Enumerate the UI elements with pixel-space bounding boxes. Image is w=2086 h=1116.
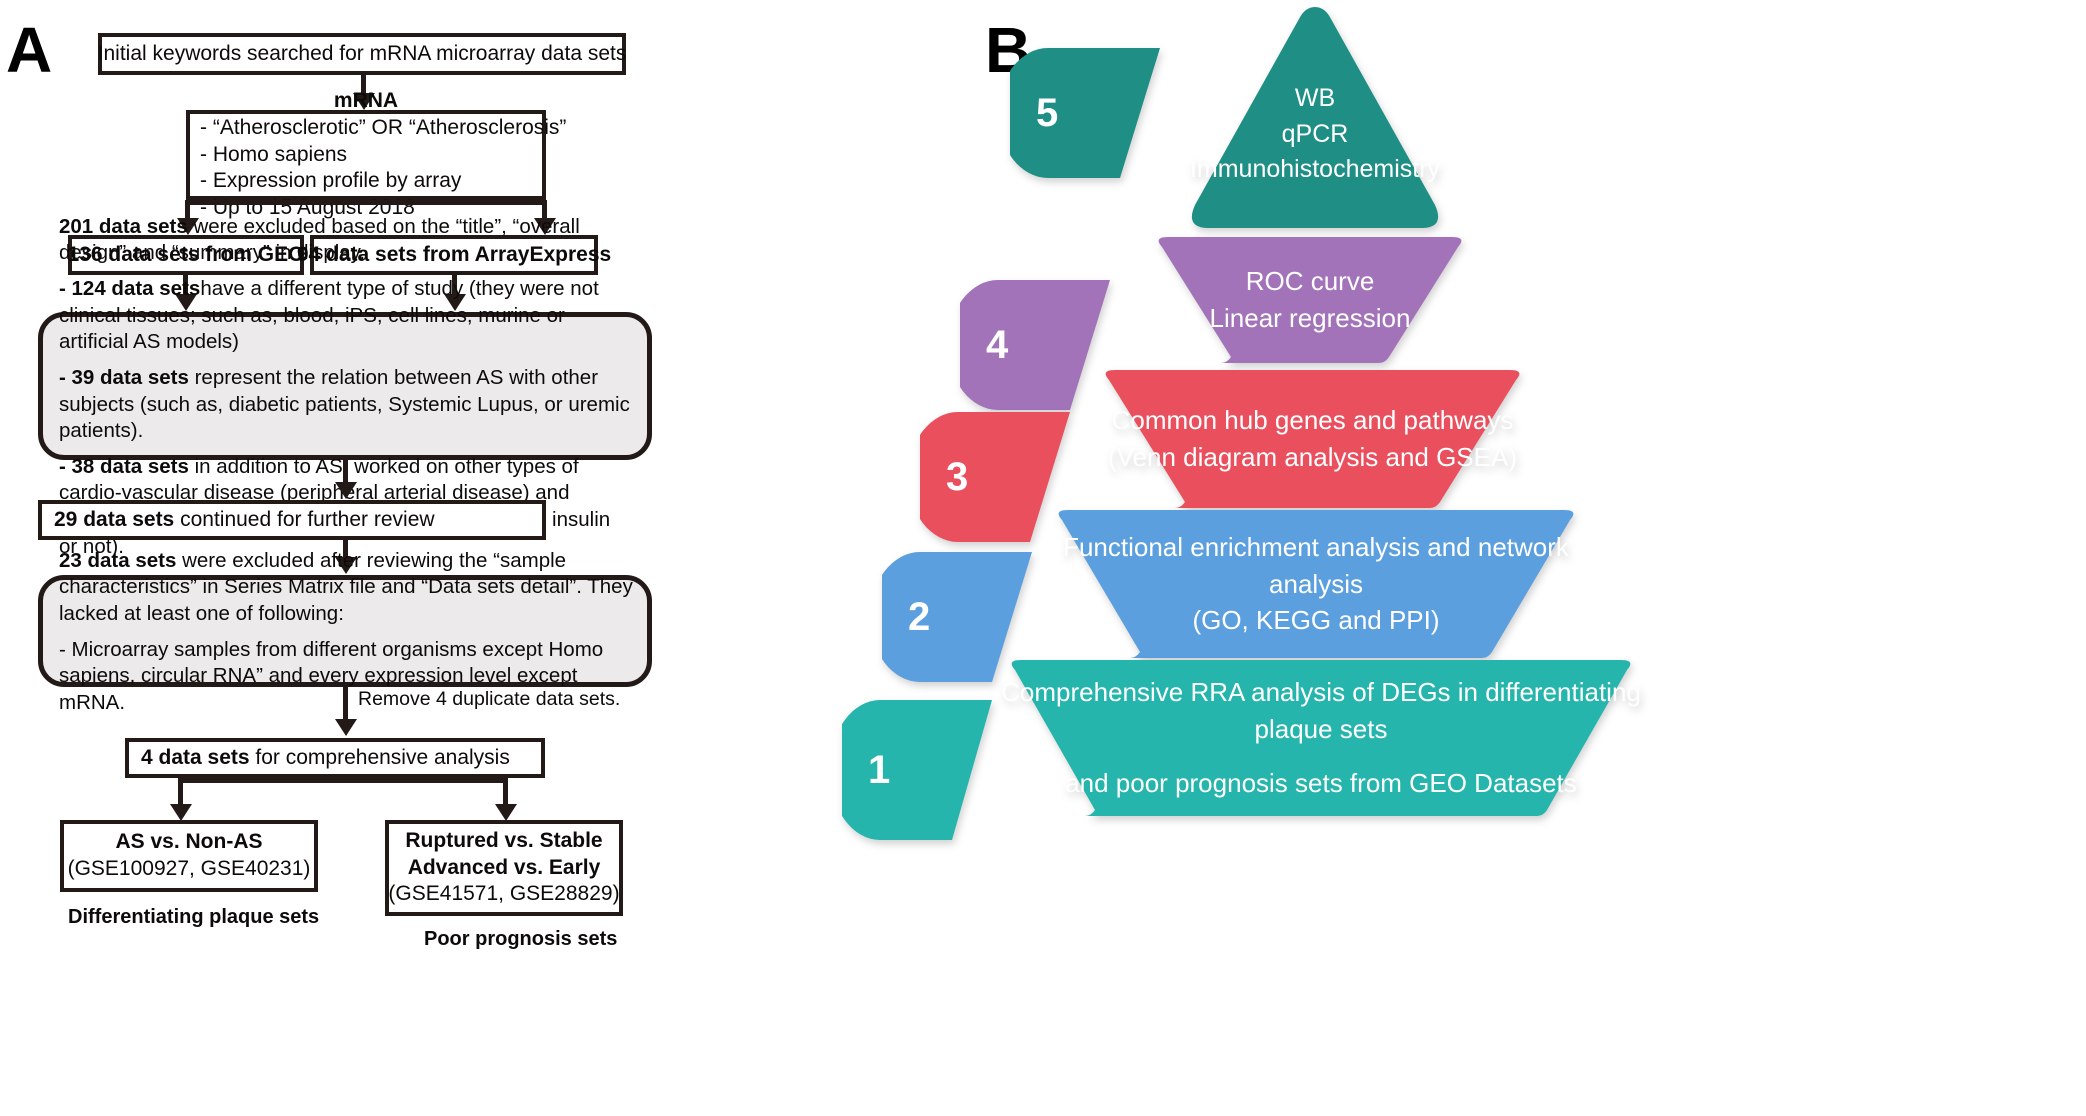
connector-final-bus [178, 778, 508, 783]
tier-4-line-1: ROC curve [1245, 266, 1375, 297]
tier-1-line-2: and poor prognosis sets from GEO Dataset… [1065, 768, 1577, 799]
exclusion-124-count: - 124 data sets [59, 276, 201, 300]
tier-1-line-1: Comprehensive RRA analysis of DEGs in di… [1001, 676, 1641, 744]
panel-b-pyramid: B 5 WB qPCR Immunohistochemistry 4 ROC c… [842, 0, 2086, 1116]
mrna-criteria-line-1: - “Atherosclerotic” OR “Atherosclerosis” [200, 115, 567, 139]
mrna-criteria-line-2: - Homo sapiens [200, 142, 348, 166]
pyramid-tier-5-text: WB qPCR Immunohistochemistry [1166, 81, 1464, 188]
final-count: 4 data sets [141, 745, 250, 769]
figure-root: A Initial keywords searched for mRNA mic… [0, 0, 2086, 1116]
pyramid-badge-3-number: 3 [946, 454, 969, 499]
initial-keywords-text: Initial keywords searched for mRNA micro… [97, 41, 627, 65]
tier-4-line-2: Linear regression [1209, 303, 1411, 333]
continued-text: continued for further review [174, 507, 435, 531]
panel-a-flowchart: A Initial keywords searched for mRNA mic… [0, 0, 960, 1116]
outcome-right-line-1: Ruptured vs. Stable [405, 828, 603, 852]
arrowhead-outcome-right [495, 804, 517, 821]
exclusion-23-count: 23 data sets [59, 548, 177, 572]
exclusion-39-paragraph: - 39 data sets represent the relation be… [59, 365, 633, 445]
pyramid-tier-2-text: Functional enrichment analysis and netwo… [1010, 529, 1622, 640]
pyramid-tier-2[interactable]: Functional enrichment analysis and netwo… [1010, 508, 1622, 660]
pyramid-badge-2-number: 2 [908, 594, 931, 639]
exclusion-201-count: 201 data sets [59, 214, 188, 238]
arrowhead-continued [335, 482, 357, 499]
flow-box-outcome-right: Ruptured vs. Stable Advanced vs. Early (… [385, 820, 623, 916]
arrowhead-final [335, 719, 357, 736]
flow-box-29-continued: 29 data sets continued for further revie… [38, 500, 546, 540]
exclusion-box-23: 23 data sets were excluded after reviewi… [38, 549, 652, 714]
exclusion-38-count: - 38 data sets [59, 454, 189, 478]
tier-3-line-2: (Venn diagram analysis and GSEA) [1108, 442, 1517, 472]
exclusion-23-paragraph: 23 data sets were excluded after reviewi… [59, 548, 633, 628]
outcome-left-line-1: AS vs. Non-AS [115, 830, 263, 854]
panel-a-label: A [6, 14, 52, 86]
outcome-right-line-3: (GSE41571, GSE28829) [388, 882, 620, 906]
pyramid-badge-1-number: 1 [868, 747, 891, 792]
flow-box-outcome-left: AS vs. Non-AS (GSE100927, GSE40231) [60, 820, 318, 892]
tier-5-line-1: WB [1294, 84, 1336, 113]
final-line: 4 data sets for comprehensive analysis [141, 745, 541, 772]
flow-box-4-final: 4 data sets for comprehensive analysis [125, 738, 545, 778]
tier-2-line-2: (GO, KEGG and PPI) [1192, 605, 1440, 636]
continued-line: 29 data sets continued for further revie… [54, 507, 542, 534]
arrowhead-outcome-left [170, 804, 192, 821]
mrna-heading: mRNA [333, 88, 399, 112]
exclusion-box-201: 201 data sets were excluded based on the… [38, 215, 652, 558]
caption-differentiating-plaque-sets: Differentiating plaque sets [68, 906, 320, 928]
exclusion-124-paragraph: - 124 data setshave a different type of … [59, 276, 633, 356]
outcome-left-line-2: (GSE100927, GSE40231) [67, 857, 311, 880]
pyramid-tier-5[interactable]: WB qPCR Immunohistochemistry [1135, 5, 1495, 230]
continued-count: 29 data sets [54, 507, 175, 531]
mrna-criteria-line-3: - Expression profile by array [200, 169, 462, 193]
flow-box-initial-keywords: Initial keywords searched for mRNA micro… [98, 33, 626, 75]
remove-duplicates-note: Remove 4 duplicate data sets. [358, 688, 621, 710]
pyramid-tier-4-text: ROC curve Linear regression [1186, 263, 1435, 337]
caption-poor-prognosis-sets: Poor prognosis sets [424, 928, 618, 950]
pyramid-tier-1-text: Comprehensive RRA analysis of DEGs in di… [965, 674, 1677, 803]
tier-2-line-1: Functional enrichment analysis and netwo… [1063, 531, 1569, 599]
flow-box-mrna-criteria: mRNA - “Atherosclerotic” OR “Atheroscler… [186, 89, 567, 219]
pyramid-tier-3-text: Common hub genes and pathways (Venn diag… [1084, 402, 1541, 476]
connector-criteria-bus [185, 200, 547, 205]
tier-5-line-2: qPCR [1281, 119, 1349, 148]
pyramid-tier-4[interactable]: ROC curve Linear regression [1100, 235, 1520, 365]
final-text: for comprehensive analysis [249, 745, 510, 769]
pyramid-badge-5-number: 5 [1036, 90, 1059, 135]
pyramid-badge-4-number: 4 [986, 322, 1009, 367]
tier-3-line-1: Common hub genes and pathways [1111, 405, 1514, 436]
pyramid-tier-3[interactable]: Common hub genes and pathways (Venn diag… [1055, 368, 1570, 510]
tier-5-line-3: Immunohistochemistry [1189, 155, 1441, 184]
pyramid-tier-1[interactable]: Comprehensive RRA analysis of DEGs in di… [965, 658, 1677, 818]
outcome-right-line-2: Advanced vs. Early [407, 855, 601, 879]
exclusion-201-paragraph-1: 201 data sets were excluded based on the… [59, 214, 633, 267]
exclusion-39-count: - 39 data sets [59, 365, 189, 389]
